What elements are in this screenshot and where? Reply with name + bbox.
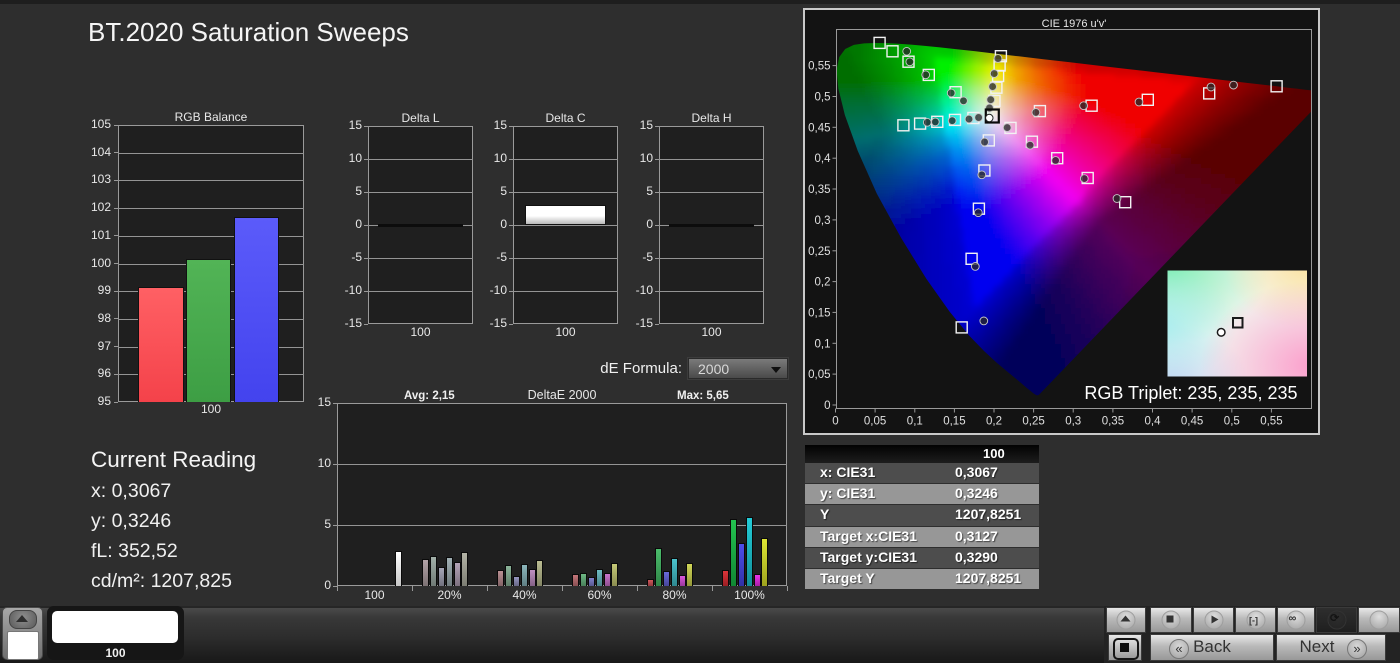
svg-text:0,25: 0,25 — [1022, 416, 1044, 428]
svg-text:0,45: 0,45 — [808, 122, 830, 134]
svg-text:0: 0 — [832, 416, 838, 428]
svg-text:0: 0 — [824, 400, 830, 412]
svg-text:0,35: 0,35 — [808, 184, 830, 196]
svg-text:0,4: 0,4 — [815, 153, 832, 165]
svg-text:0,15: 0,15 — [943, 416, 965, 428]
svg-text:0,2: 0,2 — [815, 277, 831, 289]
svg-text:0,25: 0,25 — [808, 246, 830, 258]
svg-text:0,1: 0,1 — [907, 416, 923, 428]
svg-text:0,55: 0,55 — [808, 61, 830, 73]
svg-text:RGB Triplet: 235, 235, 235: RGB Triplet: 235, 235, 235 — [1084, 383, 1297, 403]
svg-text:0,1: 0,1 — [815, 338, 831, 350]
svg-text:0,55: 0,55 — [1260, 416, 1282, 428]
svg-text:0,3: 0,3 — [815, 215, 831, 227]
svg-text:0,5: 0,5 — [815, 92, 831, 104]
svg-text:0,5: 0,5 — [1224, 416, 1240, 428]
svg-text:CIE 1976 u'v': CIE 1976 u'v' — [1042, 18, 1107, 30]
svg-text:0,15: 0,15 — [808, 307, 830, 319]
svg-text:0,35: 0,35 — [1102, 416, 1124, 428]
svg-text:0,3: 0,3 — [1065, 416, 1081, 428]
svg-text:0,4: 0,4 — [1145, 416, 1162, 428]
svg-text:0,2: 0,2 — [986, 416, 1002, 428]
svg-text:0,45: 0,45 — [1181, 416, 1203, 428]
svg-text:0,05: 0,05 — [864, 416, 886, 428]
svg-text:0,05: 0,05 — [808, 369, 830, 381]
